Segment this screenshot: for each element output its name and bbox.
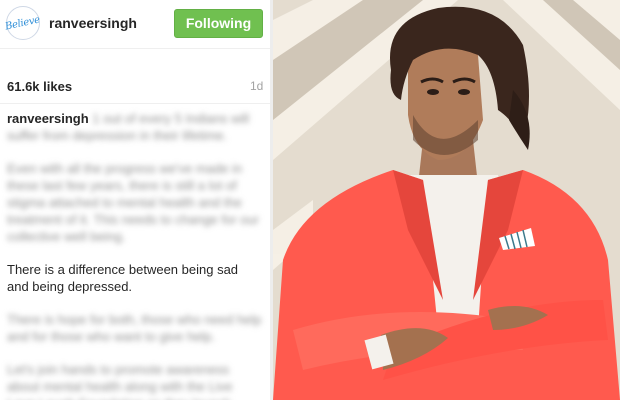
username-link[interactable]: ranveersingh [49, 15, 137, 31]
caption-paragraph-blurred: Even with all the progress we've made in… [7, 161, 259, 244]
header-divider [0, 48, 270, 49]
caption-paragraph-blurred: Let's join hands to promote awareness ab… [7, 362, 233, 400]
post-timestamp[interactable]: 1d [250, 79, 263, 93]
post-photo[interactable] [273, 0, 620, 400]
post-header: Believe ranveersingh Following [0, 0, 270, 48]
caption-paragraph: ranveersingh 1 out of every 5 Indians wi… [7, 110, 263, 144]
likes-count[interactable]: 61.6k likes [7, 79, 72, 94]
avatar[interactable]: Believe [4, 6, 42, 40]
post-caption: ranveersingh 1 out of every 5 Indians wi… [7, 110, 263, 400]
likes-divider [0, 103, 270, 104]
post-sidebar: Believe ranveersingh Following 61.6k lik… [0, 0, 270, 400]
caption-username[interactable]: ranveersingh [7, 111, 89, 126]
following-button[interactable]: Following [174, 9, 263, 38]
caption-paragraph-blurred: There is hope for both, those who need h… [7, 312, 262, 344]
portrait-illustration [273, 0, 620, 400]
caption-paragraph-highlight: There is a difference between being sad … [7, 262, 239, 294]
avatar-logo-text: Believe [4, 13, 42, 33]
